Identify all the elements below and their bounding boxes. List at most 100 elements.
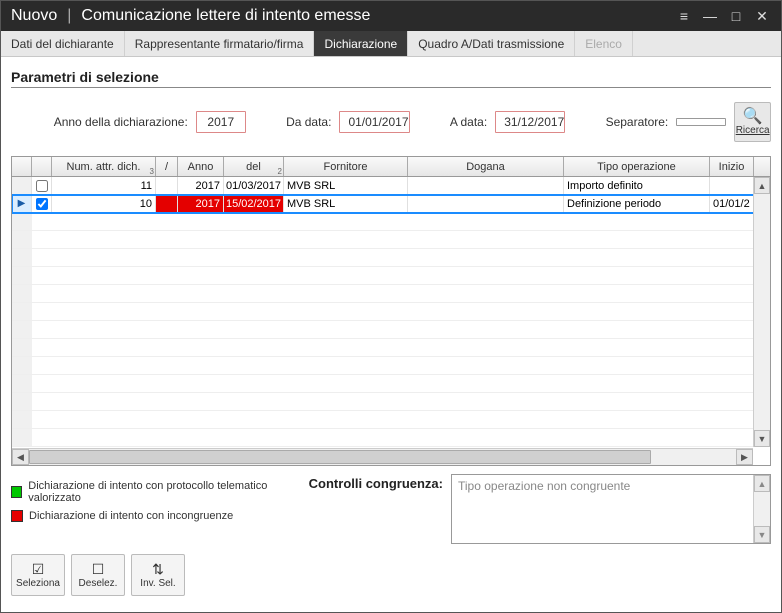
tab-strip: Dati del dichiaranteRappresentante firma… (1, 31, 781, 57)
search-button[interactable]: 🔍 Ricerca (734, 102, 771, 142)
cell-dogana (408, 195, 564, 212)
scroll-up-icon[interactable]: ▲ (754, 475, 770, 492)
title-bar: Nuovo | Comunicazione lettere di intento… (1, 1, 781, 31)
minimize-icon[interactable]: — (697, 5, 723, 27)
congruenza-scrollbar[interactable]: ▲ ▼ (753, 475, 770, 543)
row-indicator (12, 321, 32, 338)
select-all-icon: ☑ (32, 562, 45, 576)
row-indicator (12, 429, 32, 446)
table-row-empty (12, 375, 770, 393)
to-date-input[interactable]: 31/12/2017 (495, 111, 565, 133)
cell-dogana (408, 177, 564, 194)
window-menu-icon[interactable]: ≡ (671, 5, 697, 27)
tab-1[interactable]: Rappresentante firmatario/firma (125, 31, 315, 56)
parameters-panel: Parametri di selezione Anno della dichia… (1, 57, 781, 150)
row-indicator (12, 213, 32, 230)
cell-num: 10 (52, 195, 156, 212)
selection-toolbar: ☑ Seleziona ☐ Deselez. ⇅ Inv. Sel. (11, 554, 771, 596)
table-row-empty (12, 285, 770, 303)
from-date-label: Da data: (286, 115, 331, 129)
title-main: Comunicazione lettere di intento emesse (81, 7, 370, 25)
cell-del: 01/03/2017 (224, 177, 284, 194)
col-fornitore[interactable]: Fornitore (284, 157, 408, 176)
parameters-heading: Parametri di selezione (11, 69, 771, 88)
scroll-thumb[interactable] (29, 450, 651, 464)
grid-horizontal-scrollbar[interactable]: ◀ ▶ (12, 448, 753, 465)
cell-inizio (710, 177, 754, 194)
scroll-down-icon[interactable]: ▼ (754, 430, 770, 447)
scroll-right-icon[interactable]: ▶ (736, 449, 753, 465)
table-row-empty (12, 303, 770, 321)
table-row-empty (12, 249, 770, 267)
legend: Dichiarazione di intento con protocollo … (11, 480, 301, 522)
row-indicator (12, 339, 32, 356)
row-indicator: ▶ (12, 195, 32, 212)
tab-2[interactable]: Dichiarazione (314, 31, 408, 56)
congruenza-box: Tipo operazione non congruente ▲ ▼ (451, 474, 771, 544)
scroll-down-icon[interactable]: ▼ (754, 526, 770, 543)
cell-fornitore: MVB SRL (284, 195, 408, 212)
col-anno[interactable]: Anno (178, 157, 224, 176)
cell-slash (156, 195, 178, 212)
year-input[interactable]: 2017 (196, 111, 246, 133)
table-row-empty (12, 429, 770, 447)
grid-body[interactable]: 11201701/03/2017MVB SRLImporto definito▶… (12, 177, 770, 447)
year-label: Anno della dichiarazione: (54, 115, 188, 129)
to-date-label: A data: (450, 115, 487, 129)
table-row-empty (12, 339, 770, 357)
col-inizio[interactable]: Inizio (710, 157, 754, 176)
cell-del: 15/02/2017 (224, 195, 284, 212)
legend-swatch-red (11, 510, 23, 522)
cell-inizio: 01/01/2 (710, 195, 754, 212)
tab-0[interactable]: Dati del dichiarante (1, 31, 125, 56)
invert-selection-icon: ⇅ (152, 562, 164, 576)
search-label: Ricerca (736, 125, 770, 136)
table-row-empty (12, 357, 770, 375)
deselez-button[interactable]: ☐ Deselez. (71, 554, 125, 596)
row-indicator (12, 231, 32, 248)
congruenza-label: Controlli congruenza: (309, 474, 443, 491)
tab-4: Elenco (575, 31, 633, 56)
close-icon[interactable]: ✕ (749, 5, 775, 27)
inv-sel-button[interactable]: ⇅ Inv. Sel. (131, 554, 185, 596)
col-del[interactable]: del2 (224, 157, 284, 176)
cell-tipo: Importo definito (564, 177, 710, 194)
col-slash[interactable]: / (156, 157, 178, 176)
table-row-empty (12, 411, 770, 429)
row-checkbox[interactable] (32, 177, 52, 194)
col-tipo[interactable]: Tipo operazione (564, 157, 710, 176)
table-row-empty (12, 321, 770, 339)
cell-anno: 2017 (178, 195, 224, 212)
congruenza-text: Tipo operazione non congruente (458, 479, 630, 493)
table-row[interactable]: 11201701/03/2017MVB SRLImporto definito (12, 177, 770, 195)
separator-input[interactable] (676, 118, 726, 126)
cell-anno: 2017 (178, 177, 224, 194)
legend-swatch-green (11, 486, 22, 498)
row-checkbox[interactable] (32, 195, 52, 212)
maximize-icon[interactable]: □ (723, 5, 749, 27)
table-row[interactable]: ▶ 10 201715/02/2017MVB SRL Definizione peri… (12, 195, 770, 213)
table-row-empty (12, 393, 770, 411)
col-num[interactable]: Num. attr. dich.3 (52, 157, 156, 176)
scroll-left-icon[interactable]: ◀ (12, 449, 29, 465)
from-date-input[interactable]: 01/01/2017 (339, 111, 409, 133)
row-indicator (12, 285, 32, 302)
grid-header: Num. attr. dich.3 / Anno del2 Fornitore … (12, 157, 770, 177)
deselect-all-icon: ☐ (92, 562, 105, 576)
legend-red-label: Dichiarazione di intento con incongruenz… (29, 510, 233, 522)
grid-vertical-scrollbar[interactable]: ▲ ▼ (753, 177, 770, 447)
legend-green-label: Dichiarazione di intento con protocollo … (28, 480, 300, 504)
tab-3[interactable]: Quadro A/Dati trasmissione (408, 31, 575, 56)
data-grid[interactable]: Num. attr. dich.3 / Anno del2 Fornitore … (11, 156, 771, 466)
col-checkbox (32, 157, 52, 176)
scroll-up-icon[interactable]: ▲ (754, 177, 770, 194)
cell-tipo: Definizione periodo (564, 195, 710, 212)
col-dogana[interactable]: Dogana (408, 157, 564, 176)
title-new: Nuovo (11, 7, 57, 25)
separator-label: Separatore: (606, 115, 669, 129)
cell-slash (156, 177, 178, 194)
seleziona-button[interactable]: ☑ Seleziona (11, 554, 65, 596)
title-separator: | (67, 7, 71, 25)
search-icon: 🔍 (743, 109, 763, 125)
row-indicator (12, 375, 32, 392)
